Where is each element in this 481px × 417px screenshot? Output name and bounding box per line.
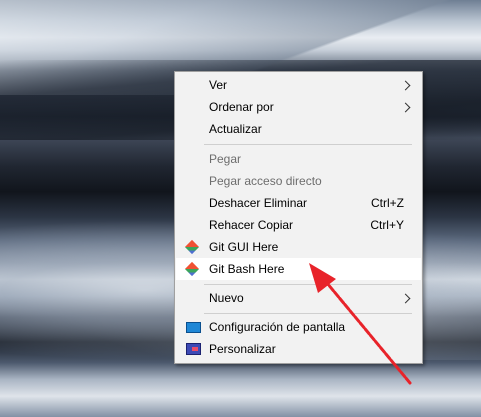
annotation-arrow-icon [309, 263, 412, 385]
